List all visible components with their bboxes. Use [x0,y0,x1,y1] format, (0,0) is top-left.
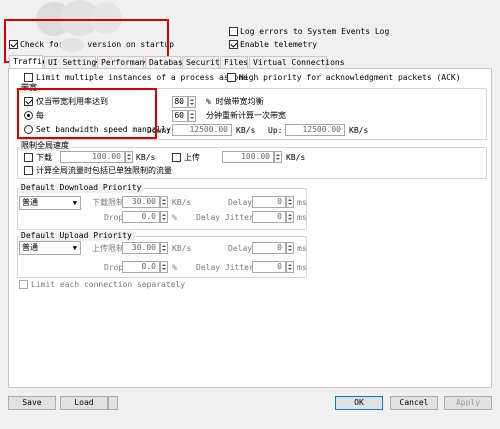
dl-drop-unit: % [172,213,177,222]
ul-jitter-unit: ms [297,263,307,272]
upload-priority-title: Default Upload Priority [19,231,134,241]
ul-jitter-spinner[interactable] [286,261,294,273]
dl-delay-unit: ms [297,198,307,207]
dl-jitter-unit: ms [297,213,307,222]
tab-ui-settings[interactable]: UI Settings [44,56,101,68]
calc-global-label: 计算全局流量时包括已单独限制的流量 [36,166,172,175]
global-download-label: 下载 [36,153,52,162]
apply-button[interactable]: Apply [444,396,492,410]
global-download-unit: KB/s [136,153,156,162]
save-button[interactable]: Save [8,396,56,410]
enable-telemetry-label: Enable telemetry [240,40,318,49]
limit-each-connection-checkbox[interactable] [19,280,28,289]
bandwidth-minutes-spinner[interactable] [188,110,196,122]
global-upload-checkbox[interactable] [172,153,181,162]
log-errors-checkbox[interactable] [229,27,238,36]
dl-jitter-spinner[interactable] [286,211,294,223]
dl-jitter-label: Delay Jitter. [196,213,259,222]
global-upload-spinner[interactable] [274,151,282,163]
ul-limit-unit: KB/s [172,244,192,253]
load-button[interactable]: Load [60,396,108,410]
dl-limit-spinner[interactable] [160,196,168,208]
high-priority-ack-checkbox[interactable] [227,73,236,82]
limit-each-connection-label: Limit each connection separately [31,280,186,289]
high-priority-ack-label: High priority for acknowledgment packets… [239,73,461,82]
download-priority-title: Default Download Priority [19,183,144,193]
chevron-down-icon: ▼ [72,199,77,207]
tab-performance[interactable]: Performance [97,56,154,68]
global-limit-title: 限制全局速度 [19,141,71,151]
upload-priority-value: 普通 [22,243,38,252]
global-download-checkbox[interactable] [24,153,33,162]
upload-priority-select[interactable]: 普通 ▼ [19,241,81,255]
download-priority-value: 普通 [22,198,38,207]
tab-database[interactable]: Database [145,56,188,68]
ul-delay-spinner[interactable] [286,242,294,254]
up-label: Up: [268,126,283,135]
global-upload-input[interactable]: 100.00 [222,151,274,163]
limit-instances-checkbox[interactable] [24,73,33,82]
bandwidth-minutes-suffix: 分钟重新计算一次带宽 [206,111,286,120]
ul-drop-input[interactable]: 0.0 [122,261,160,273]
tab-security[interactable]: Security [182,56,225,68]
global-download-spinner[interactable] [125,151,133,163]
dl-delay-label: Delay [228,198,253,207]
highlight-box-bandwidth [17,88,157,139]
bandwidth-pct-suffix: % 时做带宽均衡 [206,97,264,106]
ul-jitter-label: Delay Jitter. [196,263,259,272]
tab-traffic[interactable]: Traffic [9,55,47,68]
dl-limit-input[interactable]: 30.00 [122,196,160,208]
global-download-input[interactable]: 100.00 [60,151,125,163]
dl-delay-spinner[interactable] [286,196,294,208]
calc-global-checkbox[interactable] [24,166,33,175]
up-unit: KB/s [349,126,369,135]
global-upload-label: 上传 [184,153,200,162]
dl-limit-label: 下载限制 [92,198,124,207]
ul-limit-input[interactable]: 30.00 [122,242,160,254]
ul-jitter-input[interactable]: 0 [252,261,286,273]
load-dropdown-button[interactable] [108,396,118,410]
log-errors-label: Log errors to System Events Log [240,27,390,36]
ul-limit-label: 上传限制 [92,244,124,253]
tab-files[interactable]: Files [220,56,248,68]
ul-drop-label: Drop [104,263,124,272]
download-priority-select[interactable]: 普通 ▼ [19,196,81,210]
ok-button[interactable]: OK [335,396,383,410]
cancel-button[interactable]: Cancel [390,396,438,410]
dl-jitter-input[interactable]: 0 [252,211,286,223]
ul-delay-unit: ms [297,244,307,253]
global-upload-unit: KB/s [286,153,306,162]
ul-delay-input[interactable]: 0 [252,242,286,254]
down-unit: KB/s [236,126,256,135]
enable-telemetry-checkbox[interactable] [229,40,238,49]
up-input[interactable]: 12500.00 [285,124,345,136]
dl-drop-input[interactable]: 0.0 [122,211,160,223]
chevron-down-icon: ▼ [72,244,77,252]
down-input[interactable]: 12500.00 [172,124,232,136]
limit-instances-label: Limit multiple instances of a process as… [36,73,248,82]
bandwidth-minutes-input[interactable]: 60 [172,110,188,122]
dl-drop-label: Drop [104,213,124,222]
dl-drop-spinner[interactable] [160,211,168,223]
bandwidth-pct-spinner[interactable] [188,96,196,108]
tab-virtual-connections[interactable]: Virtual Connections [249,56,345,68]
dl-limit-unit: KB/s [172,198,192,207]
ul-drop-spinner[interactable] [160,261,168,273]
ul-delay-label: Delay [228,244,253,253]
dl-delay-input[interactable]: 0 [252,196,286,208]
ul-drop-unit: % [172,263,177,272]
ul-limit-spinner[interactable] [160,242,168,254]
bandwidth-pct-input[interactable]: 80 [172,96,188,108]
